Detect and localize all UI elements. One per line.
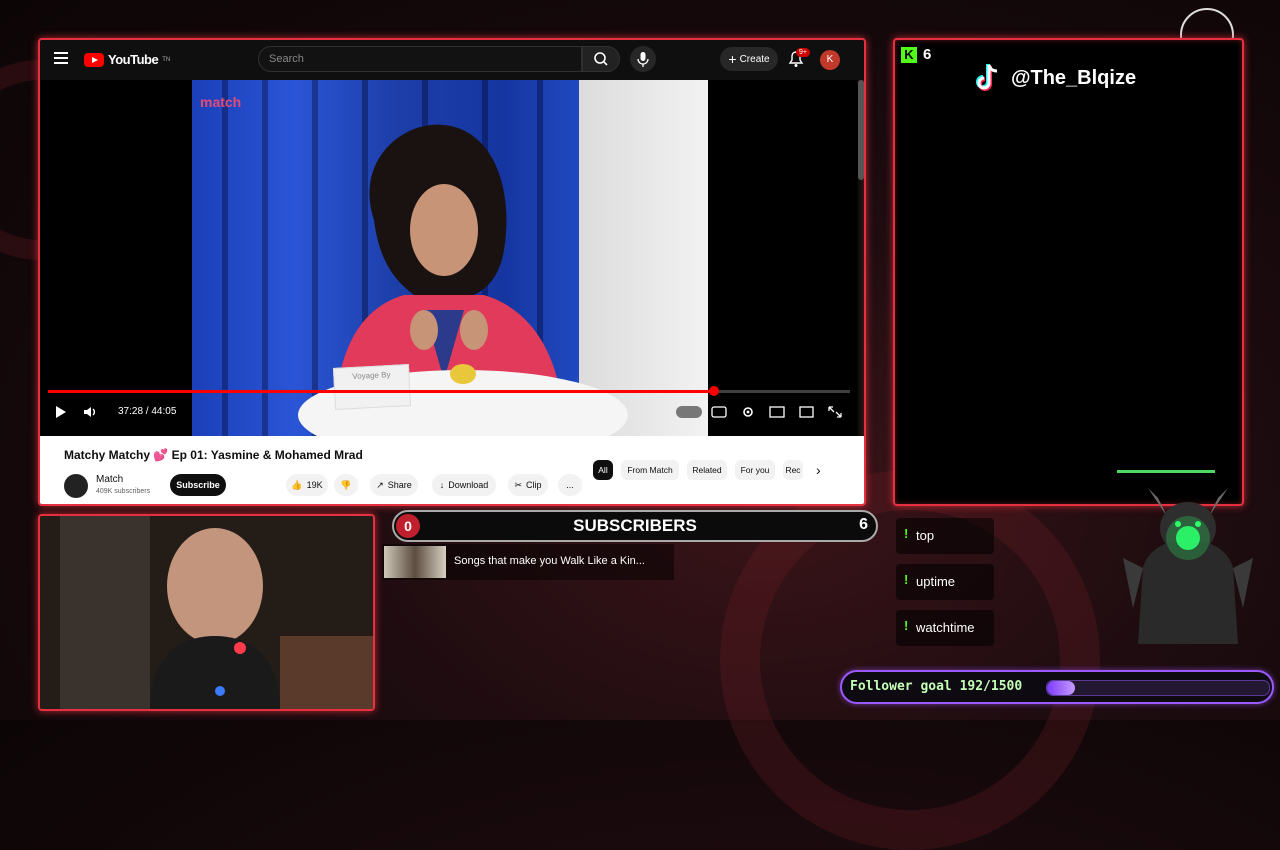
command-uptime: ! uptime [896, 564, 994, 600]
youtube-logo[interactable]: YouTube TN [84, 52, 170, 67]
video-progress-bar[interactable] [48, 386, 850, 396]
like-button[interactable]: 👍 19K [286, 474, 328, 496]
chevron-right-icon[interactable]: › [816, 462, 821, 478]
channel-name[interactable]: Match [96, 474, 123, 485]
fullscreen-icon[interactable] [826, 404, 844, 420]
place-card: Voyage By [332, 364, 412, 410]
like-count: 19K [306, 480, 323, 490]
exclamation-icon: ! [904, 618, 909, 633]
youtube-logo-country: TN [162, 56, 171, 63]
tiktok-handle: @The_Blqize [973, 62, 1136, 94]
autoplay-toggle[interactable] [676, 406, 702, 418]
channel-avatar[interactable] [64, 474, 88, 498]
clip-button[interactable]: ✂ Clip [508, 474, 548, 496]
exclamation-icon: ! [904, 572, 909, 587]
follower-goal-label: Follower goal 192/1500 [850, 679, 1023, 694]
more-actions-button[interactable]: ... [558, 474, 582, 496]
cast-icon[interactable] [797, 404, 815, 420]
clip-label: Clip [526, 480, 542, 490]
lemon [450, 364, 476, 384]
command-watchtime: ! watchtime [896, 610, 994, 646]
webcam-feed [38, 514, 375, 711]
video-details: Matchy Matchy 💕 Ep 01: Yasmine & Mohamed… [40, 436, 864, 504]
video-player[interactable]: match Voyage By 37:28 / 44:05 [40, 80, 858, 436]
kick-icon: K [901, 46, 917, 63]
download-icon: ↓ [439, 480, 445, 490]
page-scrollbar[interactable] [858, 80, 864, 180]
follower-goal-fill [1047, 681, 1076, 695]
volume-icon[interactable] [82, 404, 100, 420]
thumbs-down-icon: 👎 [340, 479, 352, 490]
tiktok-handle-text: @The_Blqize [1011, 66, 1137, 89]
youtube-play-logo-icon [84, 52, 104, 67]
follower-goal: Follower goal 192/1500 [840, 670, 1274, 704]
create-label: Create [739, 53, 770, 65]
channel-subscriber-count: 409K subscribers [96, 488, 151, 495]
share-label: Share [387, 480, 412, 490]
exclamation-icon: ! [904, 526, 909, 541]
plus-icon: + [728, 51, 737, 67]
command-label: uptime [916, 574, 956, 589]
play-icon[interactable] [52, 404, 70, 420]
demon-mascot-icon [1123, 488, 1253, 644]
share-icon: ↗ [376, 479, 384, 490]
subscribers-counter: 0 SUBSCRIBERS 6 [392, 510, 878, 542]
song-title: Songs that make you Walk Like a Kin... [454, 555, 645, 567]
kick-count: 6 [923, 46, 932, 63]
download-button[interactable]: ↓ Download [432, 474, 496, 496]
follower-goal-track [1046, 680, 1270, 696]
command-label: top [916, 528, 935, 543]
video-title: Matchy Matchy 💕 Ep 01: Yasmine & Mohamed… [64, 448, 363, 462]
tiktok-icon [976, 64, 998, 91]
download-label: Download [448, 480, 489, 490]
settings-icon[interactable] [739, 404, 757, 420]
video-frame: match Voyage By [192, 80, 708, 436]
youtube-window: YouTube TN Search + Create 9+ K match Vo… [38, 38, 866, 506]
place-card-text: Voyage By [352, 370, 391, 382]
song-thumbnail [384, 546, 446, 578]
dislike-button[interactable]: 👎 [334, 474, 358, 496]
tiktok-panel: K 6 @The_Blqize [893, 38, 1244, 506]
mic-icon [637, 52, 649, 67]
scissors-icon: ✂ [514, 479, 523, 490]
captions-icon[interactable] [710, 404, 728, 420]
panel-indicator [1117, 470, 1215, 473]
command-top: ! top [896, 518, 994, 554]
youtube-header: YouTube TN Search + Create 9+ K [40, 40, 864, 80]
now-playing-song: Songs that make you Walk Like a Kin... [382, 544, 674, 580]
menu-icon[interactable] [54, 52, 68, 64]
miniplayer-icon[interactable] [768, 404, 786, 420]
thumbs-up-icon: 👍 [291, 479, 303, 490]
search-button[interactable] [582, 46, 620, 72]
chip-from-match[interactable]: From Match [621, 460, 679, 480]
chip-for-you[interactable]: For you [735, 460, 775, 480]
streamer-figure [40, 516, 373, 709]
create-button[interactable]: + Create [720, 47, 778, 71]
chip-related[interactable]: Related [687, 460, 727, 480]
match-logo: match [200, 94, 242, 110]
voice-search-button[interactable] [630, 46, 656, 72]
search-input[interactable]: Search [258, 46, 582, 72]
subscribers-title: SUBSCRIBERS [573, 516, 697, 535]
subscribers-end-value: 6 [859, 516, 868, 533]
time-display: 37:28 / 44:05 [118, 406, 177, 417]
kick-viewer-count: K 6 [901, 46, 931, 63]
account-avatar[interactable]: K [820, 50, 840, 70]
youtube-logo-text: YouTube [108, 52, 159, 67]
search-icon [594, 52, 608, 66]
chip-recent[interactable]: Rec [783, 460, 803, 480]
progress-scrubber[interactable] [708, 386, 719, 396]
progress-fill [48, 390, 714, 393]
chip-all[interactable]: All [593, 460, 613, 480]
subscribe-button[interactable]: Subscribe [170, 474, 226, 496]
notification-badge: 9+ [796, 48, 810, 57]
share-button[interactable]: ↗ Share [370, 474, 418, 496]
command-label: watchtime [916, 620, 975, 635]
